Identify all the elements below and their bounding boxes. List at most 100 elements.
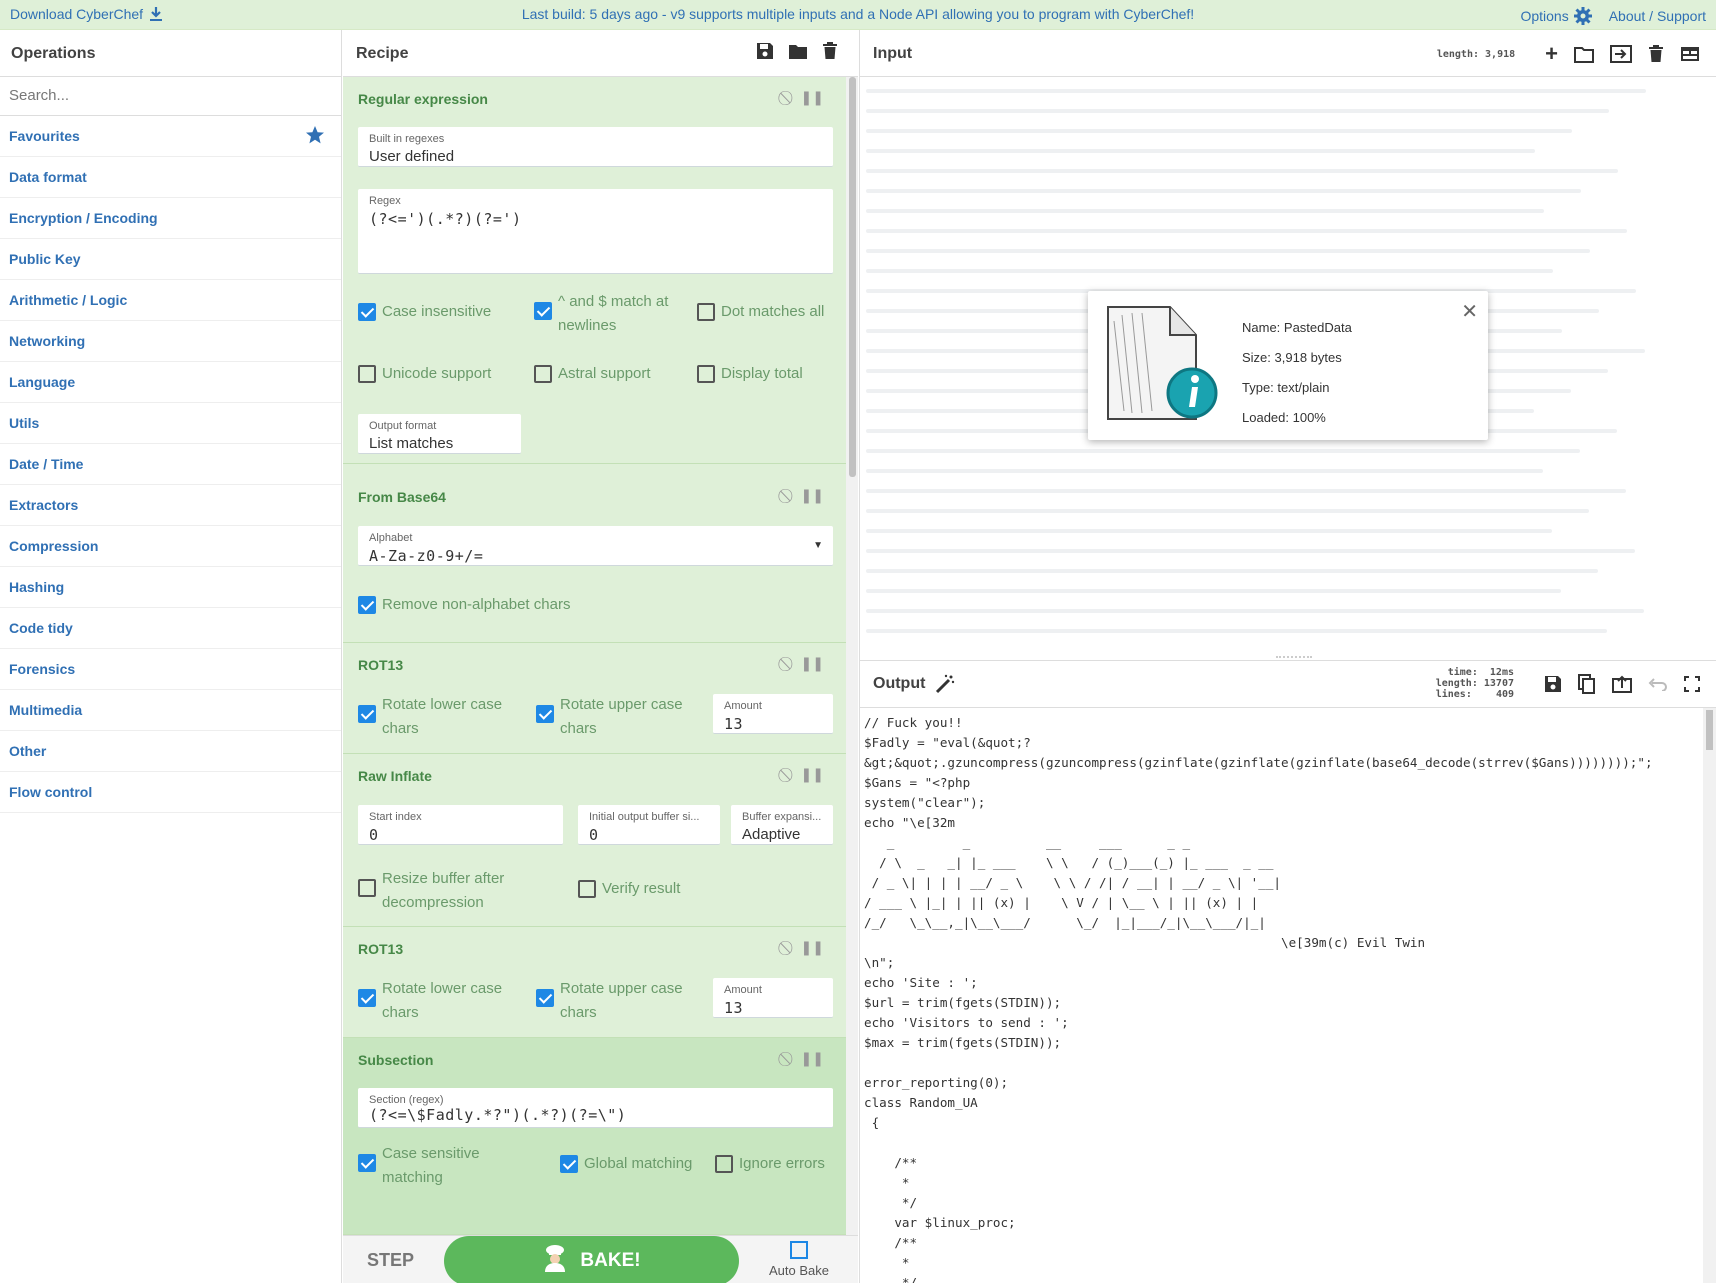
unicode-support-checkbox[interactable]: Unicode support: [358, 362, 491, 386]
checkbox-label: Remove non-alphabet chars: [382, 596, 571, 613]
step-button[interactable]: STEP: [367, 1250, 414, 1271]
chef-icon: [542, 1244, 568, 1278]
alphabet-select[interactable]: Alphabet A-Za-z0-9+/= ▼: [358, 526, 833, 566]
recipe-scrollbar[interactable]: [846, 77, 858, 1235]
remove-non-alphabet-checkbox[interactable]: Remove non-alphabet chars: [358, 593, 570, 617]
trash-icon[interactable]: [822, 42, 838, 60]
global-matching-checkbox[interactable]: Global matching: [560, 1152, 692, 1176]
save-icon[interactable]: [756, 42, 774, 60]
op-category-arithmetic-logic[interactable]: Arithmetic / Logic: [0, 280, 341, 321]
case-insensitive-checkbox[interactable]: Case insensitive: [358, 300, 491, 324]
start-index-input[interactable]: Start index 0: [358, 805, 563, 845]
output-line: \n";: [864, 955, 895, 970]
op-from-base64[interactable]: From Base64 ⃠❚❚ Alphabet A-Za-z0-9+/= ▼ …: [343, 475, 846, 643]
bake-label[interactable]: BAKE!: [580, 1250, 640, 1272]
op-category-public-key[interactable]: Public Key: [0, 239, 341, 280]
output-format-select[interactable]: Output format List matches: [358, 414, 521, 454]
breakpoint-icon[interactable]: ❚❚: [801, 487, 824, 504]
op-category-multimedia[interactable]: Multimedia: [0, 690, 341, 731]
open-file-icon[interactable]: [1610, 45, 1632, 63]
add-input-icon[interactable]: +: [1545, 41, 1558, 67]
breakpoint-icon[interactable]: ❚❚: [801, 766, 824, 783]
about-support-link[interactable]: About / Support: [1609, 8, 1706, 24]
initial-buffer-input[interactable]: Initial output buffer si... 0: [578, 805, 720, 845]
regex-field[interactable]: Regex (?<=')(.*?)(?='): [358, 189, 833, 274]
undo-icon[interactable]: [1648, 677, 1668, 691]
op-raw-inflate[interactable]: Raw Inflate ⃠❚❚ Start index 0 Initial ou…: [343, 754, 846, 927]
amount-input[interactable]: Amount 13: [713, 694, 833, 734]
astral-support-checkbox[interactable]: Astral support: [534, 362, 651, 386]
breakpoint-icon[interactable]: ❚❚: [801, 939, 824, 956]
dot-matches-all-checkbox[interactable]: Dot matches all: [697, 300, 824, 324]
chevron-down-icon[interactable]: ▼: [813, 540, 823, 551]
op-category-favourites[interactable]: Favourites: [0, 116, 341, 157]
op-category-utils[interactable]: Utils: [0, 403, 341, 444]
output-line: error_reporting(0);: [864, 1075, 1009, 1090]
resize-buffer-checkbox[interactable]: Resize buffer after decompression: [358, 867, 528, 915]
magic-wand-icon[interactable]: [935, 674, 955, 694]
input-blurred-line: [866, 449, 1580, 453]
output-line: _ _ __ ___ _ _: [864, 835, 1191, 850]
output-scrollbar[interactable]: [1703, 708, 1716, 1283]
search-input[interactable]: Search...: [0, 77, 341, 116]
op-category-compression[interactable]: Compression: [0, 526, 341, 567]
ignore-errors-checkbox[interactable]: Ignore errors: [715, 1152, 825, 1176]
op-category-extractors[interactable]: Extractors: [0, 485, 341, 526]
op-category-data-format[interactable]: Data format: [0, 157, 341, 198]
op-category-other[interactable]: Other: [0, 731, 341, 772]
copy-icon[interactable]: [1578, 673, 1596, 694]
op-category-forensics[interactable]: Forensics: [0, 649, 341, 690]
options-link[interactable]: Options: [1520, 6, 1592, 26]
recipe-panel: Recipe Regular expression ⃠ ❚❚ Built in …: [343, 30, 858, 1283]
breakpoint-icon[interactable]: ❚❚: [801, 1050, 824, 1067]
builtin-regex-select[interactable]: Built in regexes User defined: [358, 127, 833, 167]
maximize-icon[interactable]: [1684, 675, 1700, 692]
section-regex-input[interactable]: Section (regex) (?<=\$Fadly.*?")(.*?)(?=…: [358, 1088, 833, 1128]
options-label[interactable]: Options: [1520, 8, 1568, 24]
bake-button[interactable]: BAKE!: [444, 1236, 739, 1283]
op-regular-expression[interactable]: Regular expression ⃠ ❚❚ Built in regexes…: [343, 77, 846, 464]
recipe-header: Recipe: [343, 30, 858, 77]
rotate-upper-checkbox[interactable]: Rotate upper case chars: [536, 977, 696, 1025]
op-category-date-time[interactable]: Date / Time: [0, 444, 341, 485]
op-category-hashing[interactable]: Hashing: [0, 567, 341, 608]
op-category-label: Favourites: [9, 128, 80, 144]
op-category-language[interactable]: Language: [0, 362, 341, 403]
rotate-lower-checkbox[interactable]: Rotate lower case chars: [358, 977, 518, 1025]
input-blurred-line: [866, 249, 1590, 253]
rotate-lower-checkbox[interactable]: Rotate lower case chars: [358, 693, 518, 741]
multiline-checkbox[interactable]: ^ and $ match at newlines: [534, 290, 684, 338]
case-sensitive-checkbox[interactable]: Case sensitive matching: [358, 1142, 518, 1190]
breakpoint-icon[interactable]: ❚❚: [801, 655, 824, 672]
op-category-encryption-encoding[interactable]: Encryption / Encoding: [0, 198, 341, 239]
checkbox-label: Rotate upper case chars: [560, 980, 683, 1021]
open-folder-icon[interactable]: [1574, 46, 1594, 63]
output-text[interactable]: // Fuck you!! $Fadly = "eval(&quot;? &gt;&…: [864, 713, 1704, 1283]
op-rot13[interactable]: ROT13 ⃠❚❚ Rotate lower case chars Rotate…: [343, 927, 846, 1038]
output-line: *: [864, 1255, 910, 1270]
input-blurred-line: [866, 109, 1609, 113]
replace-input-icon[interactable]: [1612, 675, 1632, 693]
layout-icon[interactable]: [1680, 46, 1700, 62]
op-category-flow-control[interactable]: Flow control: [0, 772, 341, 813]
op-category-code-tidy[interactable]: Code tidy: [0, 608, 341, 649]
gear-icon[interactable]: [1573, 6, 1593, 26]
op-category-networking[interactable]: Networking: [0, 321, 341, 362]
star-icon[interactable]: [305, 125, 325, 148]
breakpoint-icon[interactable]: ❚❚: [801, 89, 824, 106]
op-subsection[interactable]: Subsection ⃠❚❚ Section (regex) (?<=\$Fad…: [343, 1038, 846, 1235]
file-loaded: Loaded: 100%: [1242, 410, 1326, 425]
rotate-upper-checkbox[interactable]: Rotate upper case chars: [536, 693, 696, 741]
close-icon[interactable]: ✕: [1461, 299, 1478, 324]
buffer-expansion-select[interactable]: Buffer expansi... Adaptive: [731, 805, 833, 845]
save-icon[interactable]: [1544, 675, 1562, 693]
trash-icon[interactable]: [1648, 45, 1664, 63]
output-line: echo 'Visitors to send : ';: [864, 1015, 1069, 1030]
amount-input[interactable]: Amount 13: [713, 978, 833, 1018]
auto-bake-checkbox[interactable]: Auto Bake: [769, 1241, 829, 1278]
op-category-label: Date / Time: [9, 456, 84, 472]
display-total-checkbox[interactable]: Display total: [697, 362, 803, 386]
op-rot13[interactable]: ROT13 ⃠❚❚ Rotate lower case chars Rotate…: [343, 643, 846, 754]
verify-result-checkbox[interactable]: Verify result: [578, 877, 680, 901]
folder-icon[interactable]: [788, 42, 808, 60]
